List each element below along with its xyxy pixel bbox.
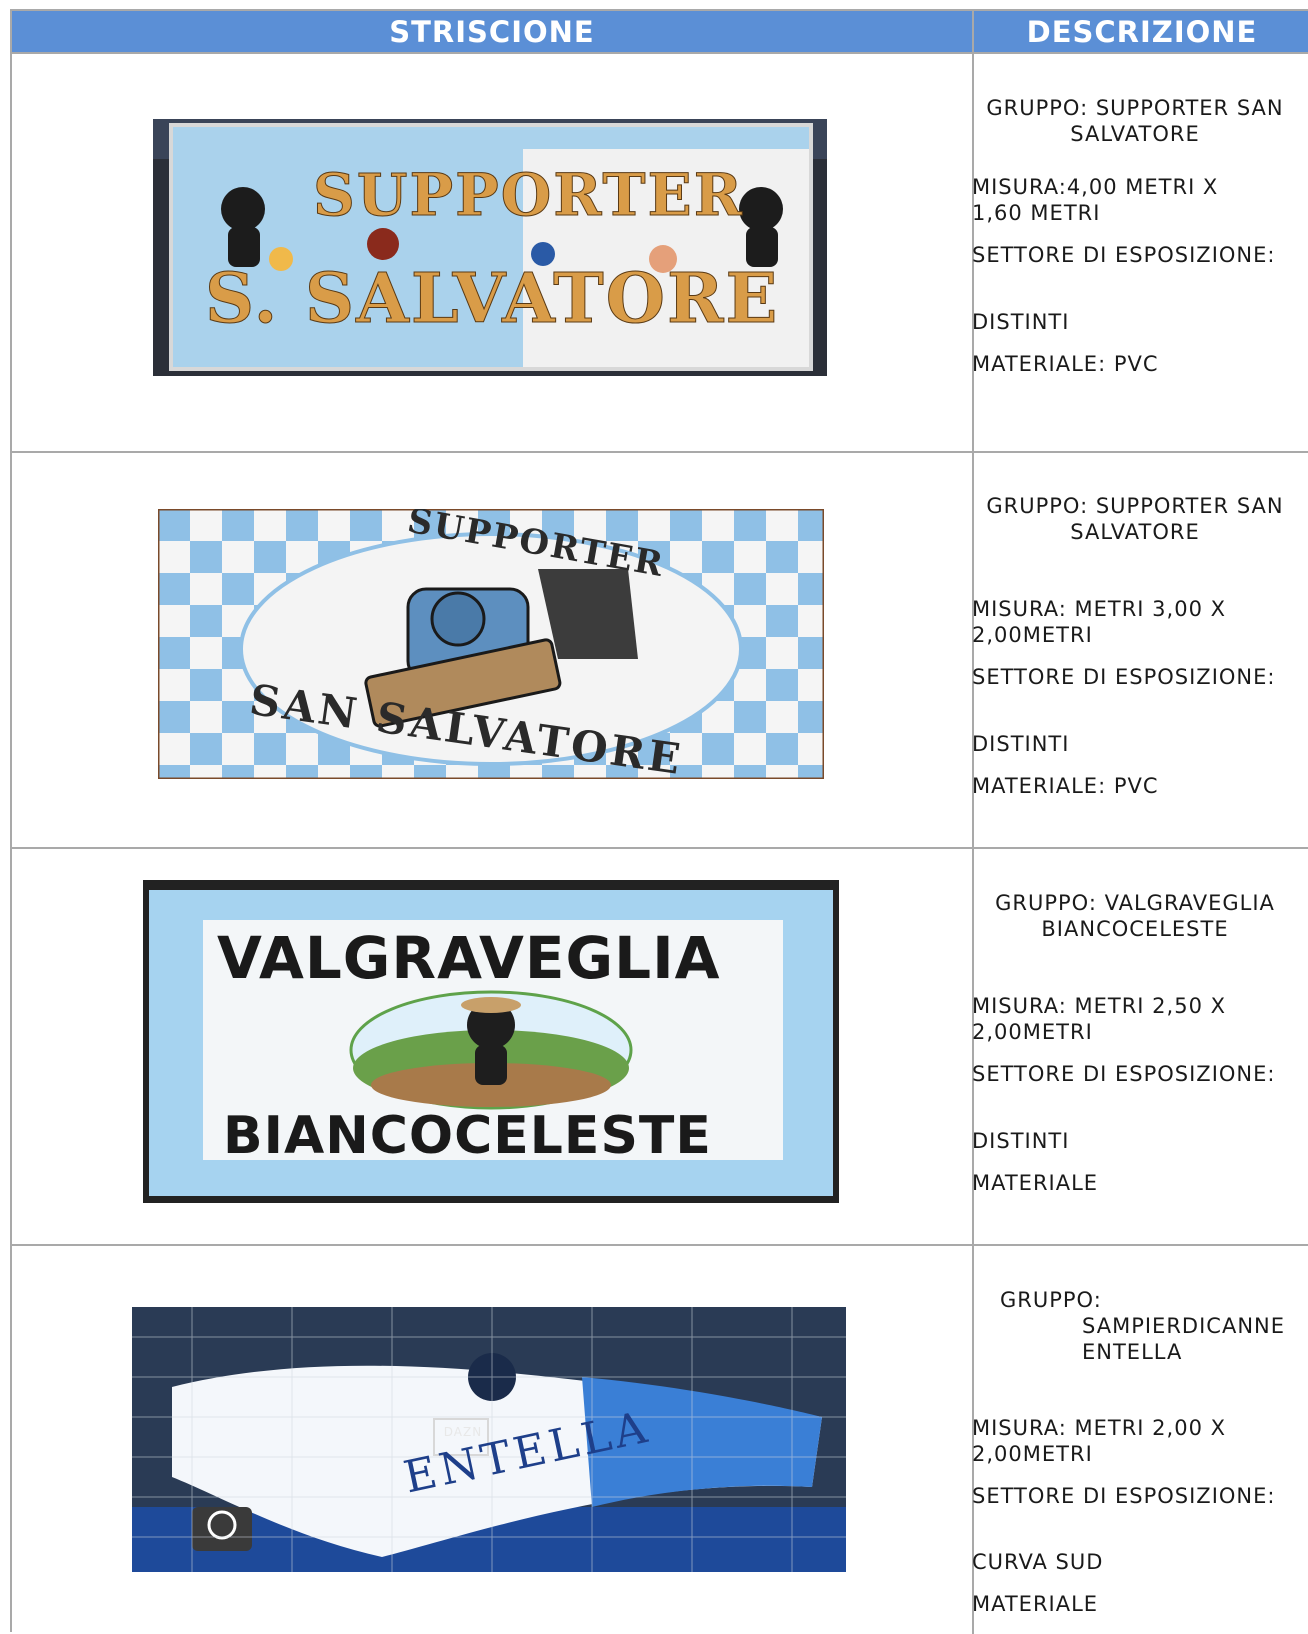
- materiale: MATERIALE: PVC: [972, 352, 1159, 376]
- materiale: MATERIALE: [972, 1171, 1099, 1195]
- misura-line-2: 2,00METRI: [972, 623, 1093, 647]
- misura-line-2: 2,00METRI: [972, 1020, 1093, 1044]
- misura-line-2: 1,60 METRI: [972, 201, 1101, 225]
- row-divider: [12, 1244, 1308, 1246]
- header-descrizione: DESCRIZIONE: [974, 11, 1308, 52]
- gruppo-line-2: SALVATORE: [1070, 520, 1200, 544]
- settore-label: SETTORE DI ESPOSIZIONE:: [972, 665, 1276, 689]
- banner-photo-supporter-san-salvatore: SUPPORTER SAN SALVATORE: [158, 509, 824, 779]
- header-striscione: STRISCIONE: [12, 11, 972, 52]
- banner-photo-supporter-s-salvatore: SUPPORTER S. SALVATORE: [153, 119, 827, 376]
- gruppo-line-2: SALVATORE: [1070, 122, 1200, 146]
- banner-text-biancoceleste: BIANCOCELESTE: [223, 1106, 712, 1166]
- materiale: MATERIALE: PVC: [972, 774, 1159, 798]
- banner-text-supporter: SUPPORTER: [313, 161, 744, 230]
- dazn-watermark: DAZN: [443, 1425, 483, 1439]
- misura-line-1: MISURA: METRI 2,50 X: [972, 994, 1226, 1018]
- gruppo-line-1: GRUPPO: SUPPORTER SAN: [986, 494, 1284, 518]
- banner-photo-valgraveglia: VALGRAVEGLIA BIANCOCELESTE: [143, 880, 839, 1203]
- settore-value: DISTINTI: [972, 732, 1070, 756]
- gruppo-line-2: SAMPIERDICANNE: [1082, 1314, 1285, 1338]
- settore-label: SETTORE DI ESPOSIZIONE:: [972, 243, 1276, 267]
- row-divider: [12, 847, 1308, 849]
- gruppo-line-1: GRUPPO: SUPPORTER SAN: [986, 96, 1284, 120]
- misura-line-1: MISURA:4,00 METRI X: [972, 175, 1219, 199]
- banner-text-valgraveglia: VALGRAVEGLIA: [217, 924, 721, 992]
- misura-line-2: 2,00METRI: [972, 1442, 1093, 1466]
- banner-text-salvatore: S. SALVATORE: [204, 259, 780, 340]
- settore-value: DISTINTI: [972, 310, 1070, 334]
- row-divider: [12, 451, 1308, 453]
- gruppo-line-2: BIANCOCELESTE: [1041, 917, 1229, 941]
- settore-label: SETTORE DI ESPOSIZIONE:: [972, 1484, 1276, 1508]
- banner-photo-entella: ENTELLA DAZN: [132, 1307, 846, 1572]
- settore-value: CURVA SUD: [972, 1550, 1104, 1574]
- gruppo-line-3: ENTELLA: [1082, 1340, 1183, 1364]
- materiale: MATERIALE: [972, 1592, 1099, 1616]
- settore-label: SETTORE DI ESPOSIZIONE:: [972, 1062, 1276, 1086]
- misura-line-1: MISURA: METRI 2,00 X: [972, 1416, 1226, 1440]
- gruppo-line-1: GRUPPO:: [1000, 1288, 1102, 1312]
- settore-value: DISTINTI: [972, 1129, 1070, 1153]
- row-divider: [12, 52, 1308, 54]
- misura-line-1: MISURA: METRI 3,00 X: [972, 597, 1226, 621]
- gruppo-line-1: GRUPPO: VALGRAVEGLIA: [995, 891, 1275, 915]
